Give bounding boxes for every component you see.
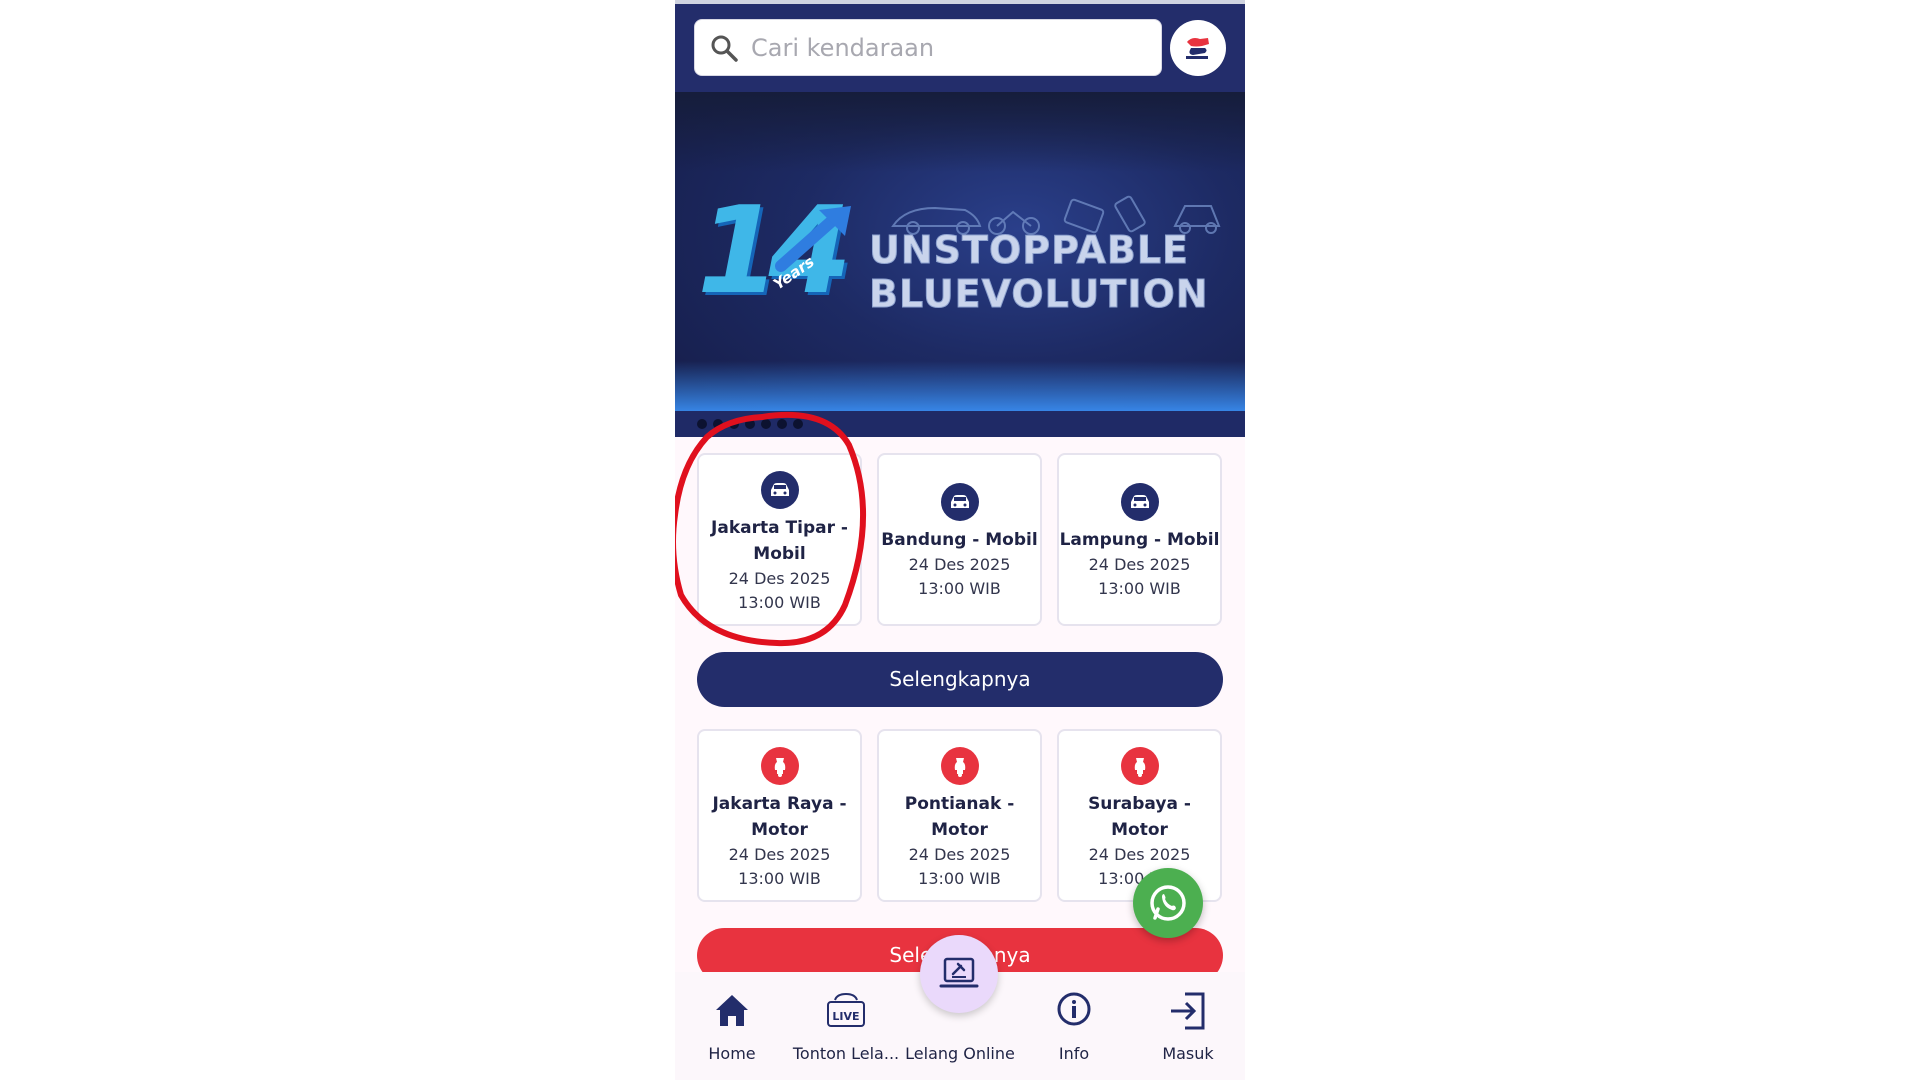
banner-headline-line2: BLUEVOLUTION [869, 272, 1209, 317]
banner-top-fade [675, 92, 1245, 172]
car-icon [940, 483, 979, 521]
app-logo-avatar[interactable] [1170, 20, 1226, 76]
live-icon: LIVE [827, 992, 865, 1027]
app-header [675, 4, 1245, 92]
auction-date: 24 Des 2025 [908, 555, 1011, 574]
search-input[interactable] [751, 33, 1141, 62]
nav-label: Home [708, 1044, 756, 1063]
red-circle-annotation [675, 411, 867, 647]
banner-headline-line1: UNSTOPPABLE [868, 228, 1190, 273]
banner-glow-wave [675, 361, 1245, 411]
search-bar[interactable] [694, 19, 1162, 76]
whatsapp-icon [1150, 885, 1186, 921]
auction-date: 24 Des 2025 [1088, 845, 1191, 864]
auction-title: Bandung - Mobil [881, 530, 1038, 550]
whatsapp-chat-button[interactable] [1133, 868, 1203, 938]
growth-arrow-icon [775, 206, 851, 272]
nav-watch-live[interactable]: LIVE Tonton Lela... [789, 972, 903, 1080]
handshake-logo-icon [1180, 30, 1216, 66]
nav-label: Tonton Lela... [792, 1044, 900, 1063]
nav-login[interactable]: Masuk [1131, 972, 1245, 1080]
home-icon [716, 995, 748, 1026]
auction-title: Pontianak - Motor [904, 794, 1015, 840]
auction-title: Jakarta Raya - Motor [712, 794, 847, 840]
car-icon [1120, 483, 1159, 521]
auction-card-motor[interactable]: Surabaya - Motor 24 Des 2025 13:00 WIB [1057, 729, 1222, 902]
auction-title: Lampung - Mobil [1059, 530, 1220, 550]
online-auction-fab[interactable] [920, 935, 998, 1013]
search-icon [711, 35, 738, 62]
nav-label: Lelang Online [905, 1044, 1015, 1063]
auction-time: 13:00 WIB [738, 869, 821, 888]
auction-card-motor[interactable]: Jakarta Raya - Motor 24 Des 2025 13:00 W… [697, 729, 862, 902]
scooter-icon [1120, 747, 1159, 785]
auction-date: 24 Des 2025 [1088, 555, 1191, 574]
see-more-car-button[interactable]: Selengkapnya [697, 652, 1223, 707]
scooter-icon [760, 747, 799, 785]
info-icon [1057, 992, 1091, 1026]
login-icon [1171, 992, 1205, 1030]
auction-time: 13:00 WIB [1098, 579, 1181, 598]
auction-date: 24 Des 2025 [728, 845, 831, 864]
laptop-auction-icon [939, 957, 979, 988]
nav-label: Info [1058, 1044, 1090, 1063]
nav-label: Masuk [1162, 1044, 1214, 1063]
nav-info[interactable]: Info [1017, 972, 1131, 1080]
auction-card-motor[interactable]: Pontianak - Motor 24 Des 2025 13:00 WIB [877, 729, 1042, 902]
promo-banner-carousel[interactable]: 14 Years UNSTOPPABLE BLUEVOLUTION [675, 92, 1245, 437]
auction-card-car[interactable]: Bandung - Mobil 24 Des 2025 13:00 WIB [877, 453, 1042, 626]
nav-home[interactable]: Home [675, 972, 789, 1080]
scooter-icon [940, 747, 979, 785]
auction-title: Surabaya - Motor [1088, 794, 1191, 840]
auction-time: 13:00 WIB [918, 579, 1001, 598]
auction-date: 24 Des 2025 [908, 845, 1011, 864]
auction-time: 13:00 WIB [918, 869, 1001, 888]
auction-card-car[interactable]: Lampung - Mobil 24 Des 2025 13:00 WIB [1057, 453, 1222, 626]
svg-text:LIVE: LIVE [832, 1010, 859, 1023]
mobile-app-screen: 14 Years UNSTOPPABLE BLUEVOLUTION Jakart… [675, 0, 1245, 1080]
